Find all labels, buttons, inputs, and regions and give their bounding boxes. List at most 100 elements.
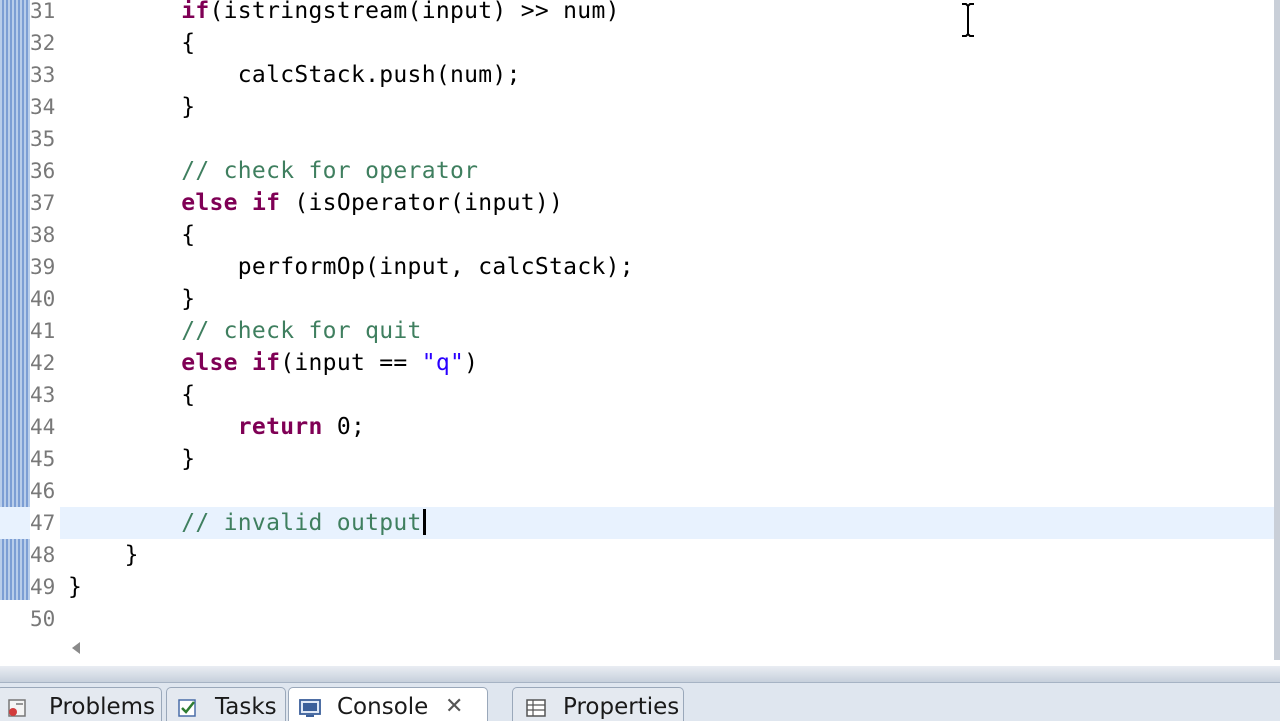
line-number: 39: [30, 251, 60, 283]
code-line[interactable]: 40 }: [0, 283, 1274, 315]
console-icon: [299, 699, 321, 717]
code-text[interactable]: return 0;: [68, 411, 365, 443]
keyword-token: if: [181, 0, 210, 24]
line-number: 44: [30, 411, 60, 443]
horizontal-scrollbar[interactable]: [0, 636, 1274, 666]
code-line[interactable]: 36 // check for operator: [0, 155, 1274, 187]
code-text[interactable]: // check for quit: [68, 315, 422, 347]
code-text[interactable]: }: [68, 443, 195, 475]
view-divider[interactable]: [0, 666, 1280, 682]
tab-problems[interactable]: Problems: [0, 687, 162, 721]
code-text[interactable]: // check for operator: [68, 155, 478, 187]
line-number: 37: [30, 187, 60, 219]
code-text[interactable]: }: [68, 283, 195, 315]
keyword-token: else: [181, 190, 238, 216]
line-number: 40: [30, 283, 60, 315]
line-number: 48: [30, 539, 60, 571]
code-token: }: [181, 94, 196, 120]
code-token: (isOperator(input)): [280, 190, 564, 216]
tab-console-label: Console: [337, 694, 429, 720]
code-text[interactable]: {: [68, 27, 195, 59]
code-token: ): [464, 350, 479, 376]
code-token: performOp(input, calcStack);: [237, 254, 634, 280]
code-line[interactable]: 38 {: [0, 219, 1274, 251]
code-text[interactable]: if(istringstream(input) >> num): [68, 0, 620, 27]
code-text[interactable]: {: [68, 219, 195, 251]
scroll-left-arrow-icon[interactable]: [72, 642, 80, 654]
editor-right-border: [1274, 0, 1280, 660]
code-line[interactable]: 34 }: [0, 91, 1274, 123]
bottom-view-tabbar: Problems Tasks Console ✕ Properties: [0, 682, 1280, 721]
code-line[interactable]: 44 return 0;: [0, 411, 1274, 443]
problems-icon: [8, 699, 26, 717]
code-token: {: [181, 382, 196, 408]
comment-token: // check for operator: [181, 158, 479, 184]
code-token: calcStack.push(num);: [237, 62, 521, 88]
code-line[interactable]: 50: [0, 603, 1274, 635]
code-token: }: [181, 446, 196, 472]
keyword-token: if: [251, 190, 281, 216]
text-caret: [422, 508, 426, 535]
code-token: (istringstream(input) >> num): [209, 0, 620, 24]
code-line[interactable]: 39 performOp(input, calcStack);: [0, 251, 1274, 283]
code-line[interactable]: 48 }: [0, 539, 1274, 571]
code-line-current[interactable]: 47 // invalid output: [0, 507, 1274, 539]
code-text[interactable]: else if(input == "q"): [68, 347, 478, 379]
code-editor[interactable]: 31 if(istringstream(input) >> num) 32 {33…: [0, 0, 1280, 636]
code-line[interactable]: 33 calcStack.push(num);: [0, 59, 1274, 91]
code-line[interactable]: 49}: [0, 571, 1274, 603]
properties-icon: [526, 699, 546, 717]
line-number: 50: [30, 603, 60, 635]
code-token: }: [181, 286, 196, 312]
code-token: {: [181, 30, 196, 56]
code-line[interactable]: 31 if(istringstream(input) >> num): [0, 0, 1274, 27]
code-text[interactable]: {: [68, 379, 195, 411]
tab-tasks[interactable]: Tasks: [166, 687, 286, 721]
code-text[interactable]: }: [68, 539, 139, 571]
close-icon[interactable]: ✕: [445, 688, 463, 726]
code-line[interactable]: 43 {: [0, 379, 1274, 411]
line-number: 41: [30, 315, 60, 347]
string-token: "q": [421, 350, 465, 376]
code-text[interactable]: calcStack.push(num);: [68, 59, 521, 91]
code-text[interactable]: performOp(input, calcStack);: [68, 251, 634, 283]
tasks-icon: [178, 699, 196, 717]
code-text[interactable]: // invalid output: [68, 507, 426, 539]
keyword-token: return: [237, 414, 323, 440]
comment-token: // check for quit: [181, 318, 422, 344]
tab-properties[interactable]: Properties: [512, 687, 684, 721]
code-line[interactable]: 37 else if (isOperator(input)): [0, 187, 1274, 219]
ibeam-cursor-icon: [962, 3, 974, 37]
code-line[interactable]: 42 else if(input == "q"): [0, 347, 1274, 379]
code-line[interactable]: 46: [0, 475, 1274, 507]
line-number: 35: [30, 123, 60, 155]
code-line[interactable]: 41 // check for quit: [0, 315, 1274, 347]
line-number: 49: [30, 571, 60, 603]
tab-console[interactable]: Console ✕: [288, 687, 488, 721]
line-number: 32: [30, 27, 60, 59]
code-token: (input ==: [280, 350, 422, 376]
line-number: 31: [30, 0, 60, 27]
comment-token: // invalid output: [181, 510, 422, 536]
line-number: 46: [30, 475, 60, 507]
code-text[interactable]: }: [68, 571, 82, 603]
code-token: 0;: [322, 414, 366, 440]
code-line[interactable]: 35: [0, 123, 1274, 155]
code-text[interactable]: else if (isOperator(input)): [68, 187, 563, 219]
code-token: {: [181, 222, 196, 248]
code-text[interactable]: }: [68, 91, 195, 123]
code-line[interactable]: 45 }: [0, 443, 1274, 475]
code-line[interactable]: 32 {: [0, 27, 1274, 59]
